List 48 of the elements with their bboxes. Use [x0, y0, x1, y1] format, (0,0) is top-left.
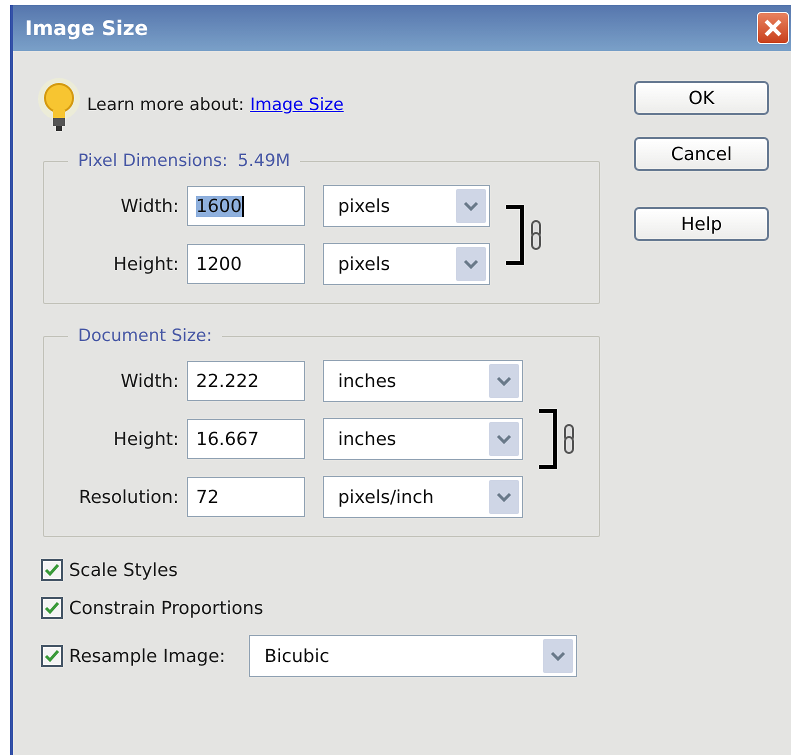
field-label: Width:	[120, 370, 179, 392]
field-value: 72	[196, 486, 219, 508]
checkmark-icon	[44, 563, 60, 577]
field-value: 22.222	[196, 370, 259, 392]
dialog-button[interactable]: OK	[634, 81, 769, 115]
number-field[interactable]: 16.667	[187, 419, 305, 459]
number-field[interactable]: 1600	[187, 186, 305, 226]
checkmark-icon	[44, 601, 60, 615]
checkbox-label: Resample Image:	[69, 646, 226, 666]
checkbox[interactable]	[41, 645, 63, 667]
chevron-down-icon	[496, 375, 512, 387]
field-value: 16.667	[196, 428, 259, 450]
number-field[interactable]: 1200	[187, 244, 305, 284]
dialog-button[interactable]: Cancel	[634, 137, 769, 171]
field-label: Height:	[112, 428, 179, 450]
checkmark-icon	[44, 649, 60, 663]
field-value: 1600	[196, 196, 244, 216]
field-label: Width:	[120, 196, 179, 216]
unit-dropdown[interactable]: pixels	[323, 243, 490, 285]
field-label: Height:	[112, 254, 179, 274]
checkbox[interactable]	[41, 597, 63, 619]
close-button[interactable]	[757, 12, 789, 44]
group-title: Pixel Dimensions:	[78, 151, 228, 171]
chevron-down-icon	[496, 491, 512, 503]
field-value: 1200	[196, 254, 242, 274]
field-label: Resolution:	[78, 486, 179, 508]
help-link[interactable]: Image Size	[250, 95, 344, 115]
close-icon[interactable]	[763, 18, 783, 38]
number-field[interactable]: 72	[187, 477, 305, 517]
chevron-down-icon	[463, 200, 479, 212]
unit-dropdown[interactable]: pixels	[323, 185, 490, 227]
lightbulb-icon	[37, 77, 81, 133]
resample-dropdown[interactable]: Bicubic	[249, 635, 578, 677]
group-title: Document Size:	[78, 326, 212, 346]
checkbox-label: Scale Styles	[69, 560, 178, 580]
checkbox[interactable]	[41, 559, 63, 581]
checkbox-label: Constrain Proportions	[69, 598, 264, 618]
chevron-down-icon	[550, 650, 566, 662]
unit-dropdown[interactable]: pixels/inch	[323, 476, 523, 518]
unit-dropdown[interactable]: inches	[323, 418, 523, 460]
chevron-down-icon	[496, 433, 512, 445]
window-title: Image Size	[25, 16, 148, 40]
unit-dropdown[interactable]: inches	[323, 360, 523, 402]
file-size-value: 5.49M	[238, 151, 290, 171]
chevron-down-icon	[463, 258, 479, 270]
number-field[interactable]: 22.222	[187, 361, 305, 401]
info-text: Learn more about:	[87, 95, 244, 115]
dialog-button[interactable]: Help	[634, 207, 769, 241]
